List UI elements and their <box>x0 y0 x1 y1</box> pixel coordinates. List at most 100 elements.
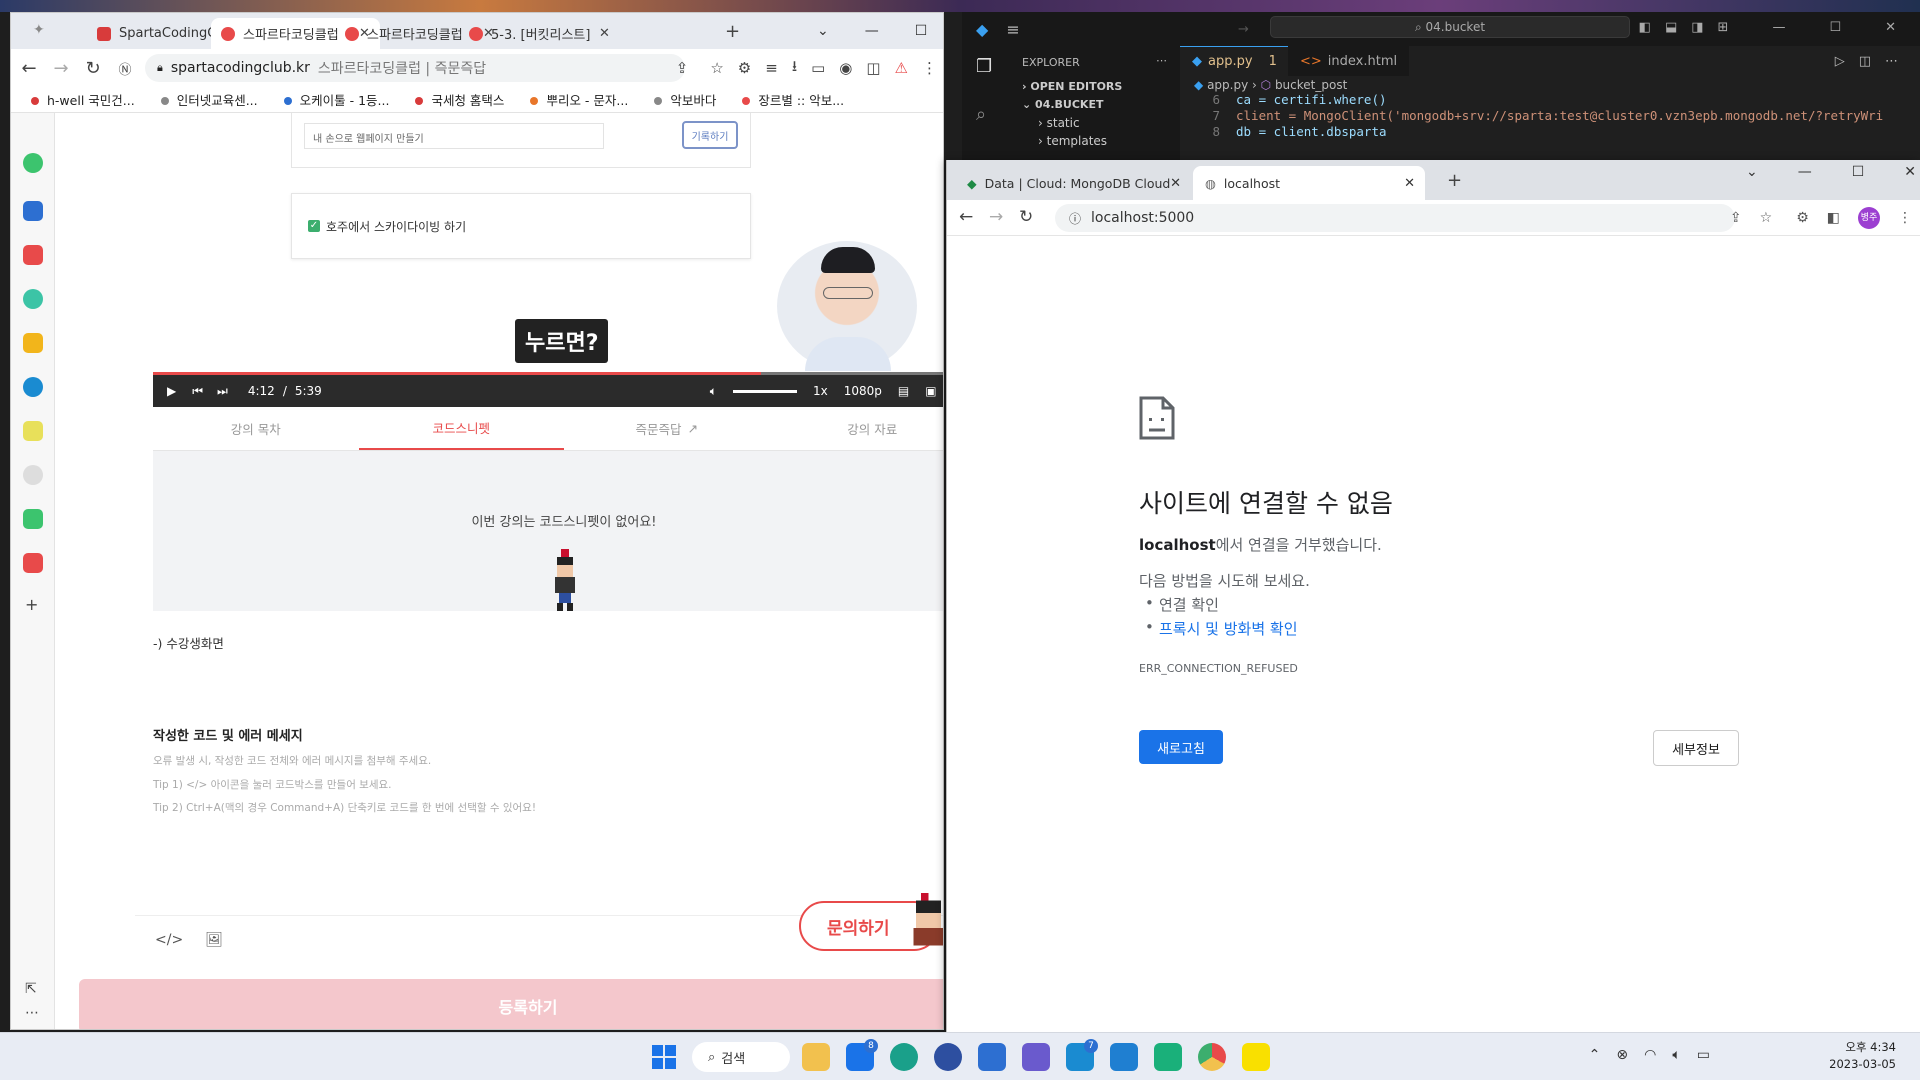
star-app-icon[interactable] <box>23 333 43 353</box>
refresh-icon[interactable]: ↻ <box>77 58 109 79</box>
skip-forward-icon[interactable]: ⏭ <box>217 384 228 399</box>
green-app-icon[interactable] <box>23 153 43 173</box>
url-field[interactable]: 🔒︎ spartacodingclub.kr 스파르타코딩클럽 | 즉문즉답 <box>145 54 685 82</box>
pocket-icon[interactable] <box>23 245 43 265</box>
record-button[interactable]: 기록하기 <box>682 121 738 149</box>
note-app-icon[interactable] <box>23 421 43 441</box>
image-upload-icon[interactable]: 🖼︎ <box>205 932 223 948</box>
minimize-icon[interactable]: — <box>865 23 879 39</box>
bookmark-item[interactable]: 인터넷교육센... <box>160 90 258 109</box>
bookmark-item[interactable]: 악보바다 <box>654 90 716 109</box>
breadcrumb-symbol[interactable]: bucket_post <box>1275 78 1347 92</box>
twitter-icon[interactable]: ✦ <box>33 22 51 38</box>
editor-more-icon[interactable]: ⋯ <box>1885 54 1898 69</box>
details-button[interactable]: 세부정보 <box>1653 730 1739 766</box>
code-line[interactable]: 7 client = MongoClient('mongodb+srv://spa… <box>1180 108 1883 123</box>
back-icon[interactable]: ← <box>959 207 973 227</box>
checkbox-checked-icon[interactable]: ✓ <box>308 220 320 232</box>
close-window-icon[interactable]: ✕ <box>1904 164 1916 180</box>
volume-icon[interactable]: 🔈︎ <box>1672 1047 1680 1063</box>
edge-app-icon[interactable] <box>23 377 43 397</box>
camera-icon[interactable]: ◉ <box>839 59 852 77</box>
quality-button[interactable]: 1080p <box>844 384 882 398</box>
screen-capture-icon[interactable]: ▭ <box>811 59 825 77</box>
chrome-tab-localhost[interactable]: ◍ localhost ✕ <box>1193 166 1425 200</box>
new-tab-icon[interactable]: + <box>1447 170 1462 191</box>
close-tab-icon[interactable]: ✕ <box>1404 176 1415 191</box>
bookmark-item[interactable]: 뿌리오 - 문자... <box>530 90 628 109</box>
extensions-icon[interactable]: ⚙ <box>738 59 751 77</box>
chrome-icon[interactable] <box>1198 1043 1226 1071</box>
back-icon[interactable]: ← <box>13 58 45 79</box>
pip-icon[interactable]: ▣ <box>925 384 936 398</box>
more-menu-icon[interactable]: ⋮ <box>922 59 937 77</box>
copilot-icon[interactable] <box>934 1043 962 1071</box>
download-icon[interactable]: ⭳ <box>792 56 797 81</box>
webtoon-app-icon[interactable] <box>23 509 43 529</box>
folder-section[interactable]: ⌄ 04.BUCKET <box>1022 98 1103 111</box>
sidebar-more-icon[interactable]: ⋯ <box>25 1005 39 1021</box>
extensions-icon[interactable]: ⚙ <box>1796 210 1809 226</box>
more-menu-icon[interactable]: ⋮ <box>1898 210 1912 226</box>
run-icon[interactable]: ▷ <box>1835 54 1845 69</box>
refresh-icon[interactable]: ↻ <box>1019 207 1033 227</box>
command-center-search[interactable]: ⌕ 04.bucket <box>1270 16 1630 38</box>
tab-code-snippet[interactable]: 코드스니펫 <box>358 407 564 450</box>
minimize-icon[interactable]: — <box>1798 164 1812 180</box>
player-app-icon[interactable] <box>23 289 43 309</box>
bookmark-item[interactable]: h-well 국민건... <box>31 90 135 109</box>
edge-tab-4[interactable]: 5-3. [버킷리스트] ✕ <box>459 18 620 49</box>
profile-avatar[interactable]: 병주 <box>1858 207 1880 229</box>
open-external-icon[interactable]: ⇱ <box>25 981 37 997</box>
new-tab-icon[interactable]: + <box>725 21 740 42</box>
bookmark-star-icon[interactable]: ☆ <box>1760 210 1773 226</box>
calendar-app-icon[interactable] <box>23 201 43 221</box>
wow-app-icon[interactable] <box>23 553 43 573</box>
close-window-icon[interactable]: ✕ <box>1885 20 1896 35</box>
close-tab-icon[interactable]: ✕ <box>599 26 610 41</box>
code-line[interactable]: 8 db = client.dbsparta <box>1180 124 1386 139</box>
speed-button[interactable]: 1x <box>813 384 828 398</box>
taskbar-search[interactable]: ⌕ 검색 <box>692 1042 790 1072</box>
tab-lecture-materials[interactable]: 강의 자료 <box>770 407 944 450</box>
kakaotalk-icon[interactable] <box>1242 1043 1270 1071</box>
teams-icon[interactable] <box>1022 1043 1050 1071</box>
code-line[interactable]: 6 ca = certifi.where() <box>1180 92 1386 107</box>
bookmark-item[interactable]: 장르별 :: 악보... <box>742 90 844 109</box>
explorer-icon[interactable]: ❐ <box>976 56 992 77</box>
add-app-icon[interactable]: + <box>25 595 38 614</box>
play-icon[interactable]: ▶ <box>167 384 176 398</box>
volume-slider[interactable] <box>733 389 797 393</box>
bookmark-item[interactable]: 오케이툴 - 1등... <box>283 90 389 109</box>
bucket-input[interactable]: 내 손으로 웹페이지 만들기 <box>304 123 604 149</box>
maximize-icon[interactable]: ☐ <box>915 23 928 39</box>
breadcrumb-file[interactable]: app.py <box>1207 78 1248 92</box>
side-panel-icon[interactable]: ◧ <box>1827 210 1840 226</box>
subtitles-icon[interactable]: ▤ <box>898 384 909 398</box>
toggle-secondary-icon[interactable]: ◨ <box>1691 20 1703 35</box>
split-view-icon[interactable]: ◫ <box>866 59 880 77</box>
tab-qna[interactable]: 즉문즉답 ↗ <box>564 407 770 450</box>
close-tab-icon[interactable]: ✕ <box>1170 176 1181 191</box>
folder-item-static[interactable]: › static <box>1038 116 1080 130</box>
store-icon[interactable] <box>978 1043 1006 1071</box>
code-block-icon[interactable]: </> <box>155 932 183 948</box>
minimize-icon[interactable]: — <box>1772 20 1785 35</box>
notion-icon[interactable]: Ⓝ <box>109 59 141 78</box>
open-editors-section[interactable]: › OPEN EDITORS <box>1022 80 1122 93</box>
vscode-icon[interactable] <box>1110 1043 1138 1071</box>
forward-icon[interactable]: → <box>989 207 1003 227</box>
pycharm-icon[interactable] <box>1154 1043 1182 1071</box>
register-button[interactable]: 등록하기 <box>79 979 943 1029</box>
toggle-panel-icon[interactable]: ⬓ <box>1665 20 1677 35</box>
bookmark-item[interactable]: 국세청 홈택스 <box>415 90 504 109</box>
url-field[interactable]: ⓘ localhost:5000 <box>1055 204 1735 232</box>
tab-search-icon[interactable]: ⌄ <box>1746 164 1758 180</box>
split-editor-icon[interactable]: ◫ <box>1859 54 1871 69</box>
favorite-star-icon[interactable]: ☆ <box>710 59 723 77</box>
menu-icon[interactable]: ≡ <box>1006 20 1019 39</box>
warning-icon[interactable]: ⚠ <box>895 59 908 77</box>
volume-icon[interactable]: 🔈︎ <box>710 384 717 399</box>
skip-back-icon[interactable]: ⏮ <box>192 384 203 399</box>
taskbar-clock[interactable]: 오후 4:34 2023-03-05 <box>1829 1039 1896 1073</box>
